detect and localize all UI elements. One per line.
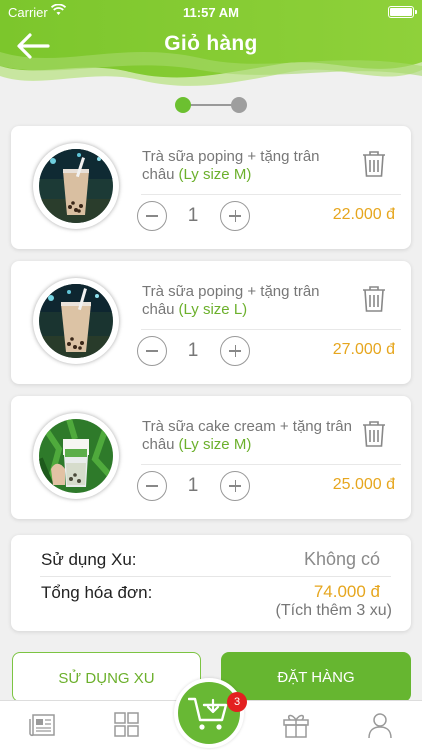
increase-quantity-button[interactable] — [220, 336, 250, 366]
cart-tab-button[interactable] — [174, 678, 244, 748]
item-divider — [141, 329, 401, 330]
decrease-quantity-button[interactable] — [137, 336, 167, 366]
status-bar: Carrier 11:57 AM — [0, 3, 422, 21]
quantity-value: 1 — [187, 340, 199, 361]
item-divider — [141, 464, 401, 465]
cart-item: Trà sữa cake cream + tặng trân châu (Ly s… — [11, 396, 411, 519]
summary-divider — [40, 576, 391, 577]
cart-item: Trà sữa poping + tặng trân châu (Ly size … — [11, 261, 411, 384]
product-size: (Ly size M) — [178, 166, 252, 183]
product-size: (Ly size M) — [178, 436, 252, 453]
item-price: 27.000 đ — [332, 341, 395, 358]
gift-icon — [283, 714, 309, 738]
product-name: Trà sữa cake cream + tặng trân châu (Ly s… — [142, 418, 354, 454]
product-size: (Ly size L) — [178, 301, 248, 318]
xu-label: Sử dụng Xu: — [41, 550, 137, 569]
product-image — [33, 143, 119, 229]
cart-download-icon — [188, 697, 228, 730]
order-summary: Sử dụng Xu: Không có Tổng hóa đơn: 74.00… — [11, 535, 411, 631]
product-image — [33, 278, 119, 364]
step-1-dot-active — [175, 97, 191, 113]
increase-quantity-button[interactable] — [220, 201, 250, 231]
step-indicator — [173, 96, 249, 114]
item-price: 25.000 đ — [332, 476, 395, 493]
product-name: Trà sữa poping + tặng trân châu (Ly size … — [142, 148, 354, 184]
bonus-xu-note: (Tích thêm 3 xu) — [275, 602, 392, 619]
tab-profile[interactable] — [366, 711, 394, 739]
increase-quantity-button[interactable] — [220, 471, 250, 501]
decrease-quantity-button[interactable] — [137, 201, 167, 231]
use-xu-button[interactable]: SỬ DỤNG XU — [12, 652, 201, 702]
total-label: Tổng hóa đơn: — [41, 583, 153, 602]
delete-item-button[interactable] — [361, 420, 387, 448]
trash-icon — [363, 151, 385, 177]
delete-item-button[interactable] — [361, 150, 387, 178]
clock-time: 11:57 AM — [183, 5, 239, 20]
cart-item: Trà sữa poping + tặng trân châu (Ly size … — [11, 126, 411, 249]
battery-icon — [388, 6, 417, 18]
tab-news[interactable] — [29, 711, 57, 739]
trash-icon — [363, 421, 385, 447]
item-price: 22.000 đ — [332, 206, 395, 223]
newspaper-icon — [29, 714, 55, 737]
product-name: Trà sữa poping + tặng trân châu (Ly size … — [142, 283, 354, 319]
step-2-dot — [231, 97, 247, 113]
page-title: Giỏ hàng — [164, 32, 258, 55]
user-icon — [368, 713, 392, 739]
cart-count-badge: 3 — [227, 692, 247, 712]
xu-value: Không có — [303, 549, 380, 569]
quantity-value: 1 — [187, 475, 199, 496]
item-divider — [141, 194, 401, 195]
tab-menu[interactable] — [113, 711, 141, 739]
tab-gift[interactable] — [282, 711, 310, 739]
trash-icon — [363, 286, 385, 312]
quantity-value: 1 — [187, 205, 199, 226]
product-image — [33, 413, 119, 499]
grid-menu-icon — [114, 712, 139, 737]
decrease-quantity-button[interactable] — [137, 471, 167, 501]
place-order-button[interactable]: ĐẶT HÀNG — [221, 652, 411, 702]
total-value: 74.000 đ — [313, 582, 380, 601]
delete-item-button[interactable] — [361, 285, 387, 313]
